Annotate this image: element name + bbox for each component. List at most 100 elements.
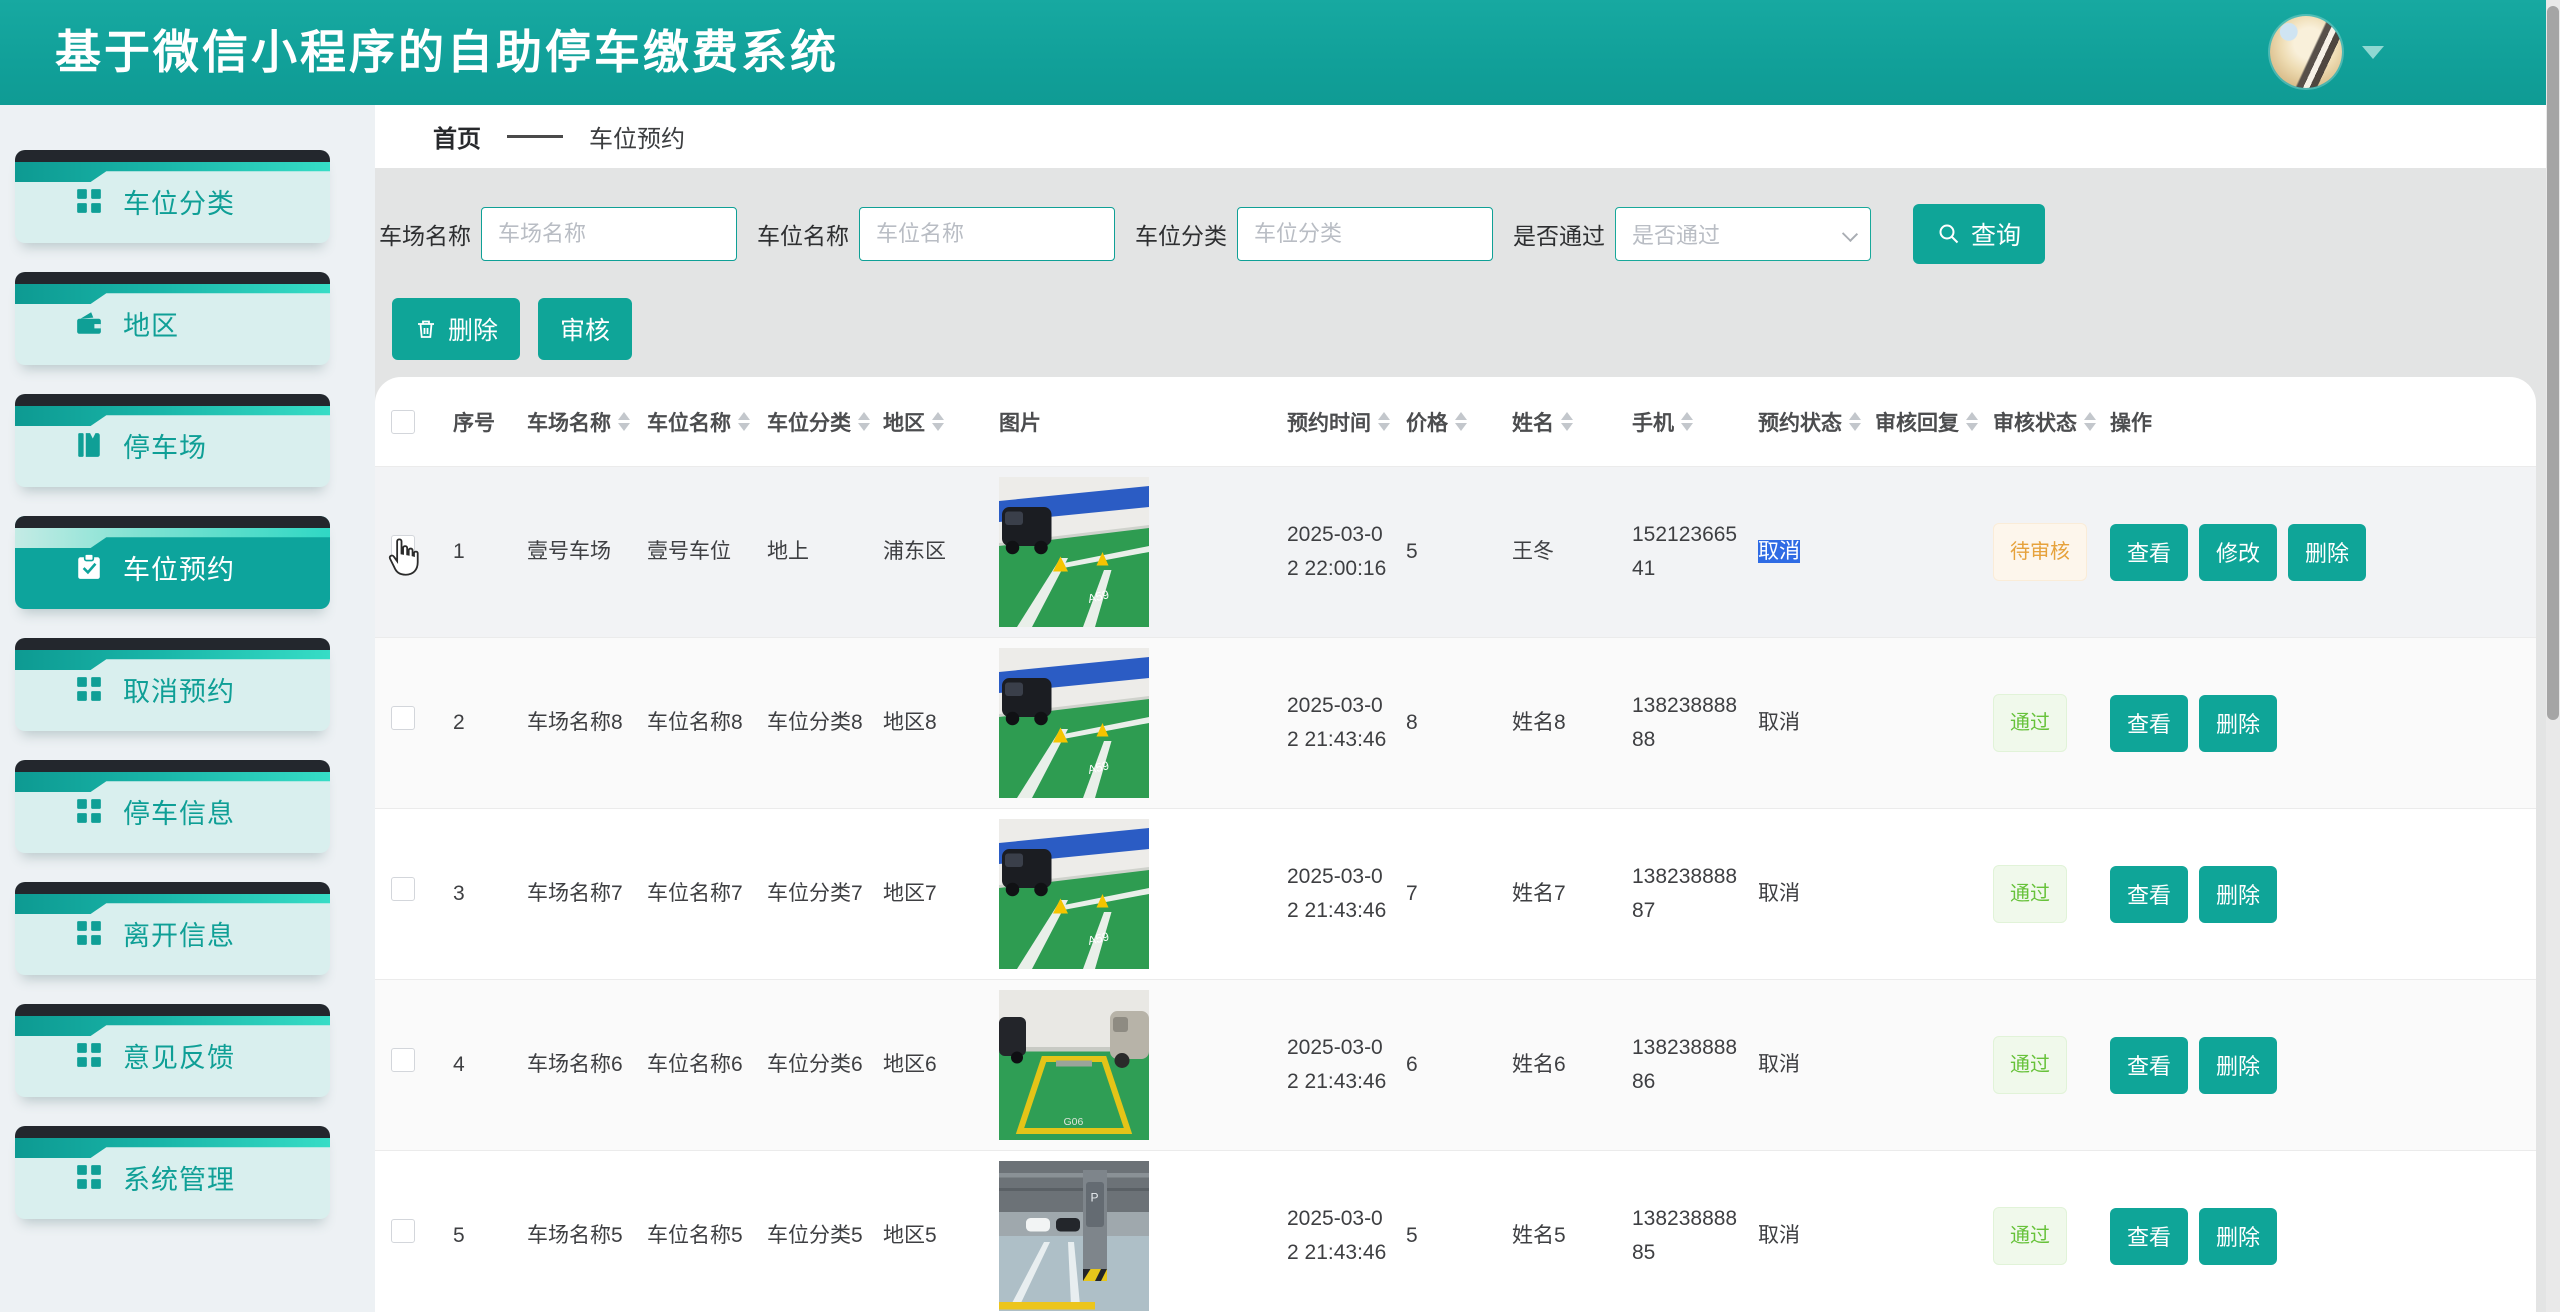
cell-price: 5 [1390, 535, 1496, 569]
sidebar-item-leave-info[interactable]: 离开信息 [15, 882, 330, 975]
cell-space-name: 车位名称8 [631, 706, 751, 740]
cell-reserve-time: 2025-03-02 21:43:46 [1271, 860, 1390, 927]
chevron-down-icon [2362, 46, 2384, 59]
sort-icon[interactable] [618, 412, 630, 431]
cell-reserve-time: 2025-03-02 21:43:46 [1271, 1031, 1390, 1098]
cell-name: 王冬 [1496, 535, 1616, 569]
grid-icon [75, 919, 103, 947]
sort-icon[interactable] [932, 412, 944, 431]
filter-label-space: 车位名称 [757, 217, 849, 251]
space-name-input[interactable] [859, 207, 1115, 261]
table-panel: 序号 车场名称 车位名称 车位分类 地区 图片 预约时间 价格 姓名 手机 预约… [375, 377, 2536, 1312]
view-button[interactable]: 查看 [2110, 695, 2188, 752]
sort-icon[interactable] [1455, 412, 1467, 431]
sidebar-item-parking-info[interactable]: 停车信息 [15, 760, 330, 853]
pass-select-placeholder: 是否通过 [1632, 218, 1720, 250]
cell-lot-name: 车场名称7 [511, 877, 631, 911]
row-checkbox[interactable] [391, 535, 415, 559]
cell-space-category: 地上 [751, 535, 867, 569]
sidebar-item-cancel-reservation[interactable]: 取消预约 [15, 638, 330, 731]
edit-button[interactable]: 修改 [2199, 524, 2277, 581]
sort-icon[interactable] [1681, 412, 1693, 431]
cell-region: 地区6 [867, 1048, 983, 1082]
space-category-input[interactable] [1237, 207, 1493, 261]
trash-icon [414, 317, 438, 341]
sidebar-item-system-management[interactable]: 系统管理 [15, 1126, 330, 1219]
cell-price: 8 [1390, 706, 1496, 740]
sidebar-item-space-category[interactable]: 车位分类 [15, 150, 330, 243]
grid-icon [75, 1041, 103, 1069]
search-button[interactable]: 查询 [1913, 204, 2045, 264]
cell-price: 6 [1390, 1048, 1496, 1082]
view-button[interactable]: 查看 [2110, 866, 2188, 923]
view-button[interactable]: 查看 [2110, 524, 2188, 581]
cell-space-category: 车位分类5 [751, 1219, 867, 1253]
grid-icon [75, 1163, 103, 1191]
row-checkbox[interactable] [391, 1048, 415, 1072]
cell-reserve-status: 取消 [1742, 877, 1859, 911]
user-menu[interactable] [2270, 16, 2384, 88]
avatar[interactable] [2270, 16, 2342, 88]
vertical-scrollbar-thumb[interactable] [2547, 6, 2559, 720]
parking-photo[interactable]: A59 [999, 819, 1149, 969]
delete-row-button[interactable]: 删除 [2199, 866, 2277, 923]
row-checkbox[interactable] [391, 1219, 415, 1243]
cell-reserve-status: 取消 [1742, 535, 1859, 569]
parking-photo[interactable]: P [999, 1161, 1149, 1311]
sort-icon[interactable] [738, 412, 750, 431]
svg-text:G06: G06 [1064, 1116, 1084, 1128]
parking-photo[interactable]: A59 [999, 648, 1149, 798]
col-space-name: 车位名称 [631, 407, 751, 437]
cell-index: 4 [437, 1048, 511, 1082]
col-index: 序号 [437, 407, 511, 437]
cell-index: 5 [437, 1219, 511, 1253]
select-all-checkbox[interactable] [391, 410, 415, 434]
table-row: 3 车场名称7 车位名称7 车位分类7 地区7 A59 2025-03-02 2… [375, 809, 2536, 980]
cell-name: 姓名6 [1496, 1048, 1616, 1082]
delete-row-button[interactable]: 删除 [2288, 524, 2366, 581]
cell-review-status: 通过 [1977, 1207, 2094, 1265]
row-checkbox[interactable] [391, 706, 415, 730]
app-header: 基于微信小程序的自助停车缴费系统 [0, 0, 2560, 105]
vertical-scrollbar-track[interactable] [2546, 0, 2560, 1312]
sidebar-item-parking-lot[interactable]: 停车场 [15, 394, 330, 487]
delete-row-button[interactable]: 删除 [2199, 1208, 2277, 1265]
cell-name: 姓名7 [1496, 877, 1616, 911]
col-actions: 操作 [2094, 407, 2536, 437]
breadcrumb: 首页 车位预约 [375, 105, 2560, 168]
cell-review-status: 通过 [1977, 865, 2094, 923]
pass-select[interactable]: 是否通过 [1615, 207, 1871, 261]
grid-icon [75, 187, 103, 215]
parking-photo[interactable]: A59 [999, 477, 1149, 627]
delete-row-button[interactable]: 删除 [2199, 1037, 2277, 1094]
sort-icon[interactable] [1378, 412, 1390, 431]
status-badge: 通过 [1993, 865, 2067, 923]
col-lot-name: 车场名称 [511, 407, 631, 437]
cell-reserve-status: 取消 [1742, 1048, 1859, 1082]
clipboard-check-icon [75, 553, 103, 581]
sidebar-item-label: 意见反馈 [123, 1036, 235, 1075]
delete-button[interactable]: 删除 [392, 298, 520, 360]
delete-row-button[interactable]: 删除 [2199, 695, 2277, 752]
wallet-icon [75, 309, 103, 337]
cell-name: 姓名8 [1496, 706, 1616, 740]
row-checkbox[interactable] [391, 877, 415, 901]
cell-space-category: 车位分类8 [751, 706, 867, 740]
sidebar-item-label: 停车场 [123, 426, 207, 465]
sidebar-item-region[interactable]: 地区 [15, 272, 330, 365]
lot-name-input[interactable] [481, 207, 737, 261]
table-row: 5 车场名称5 车位名称5 车位分类5 地区5 P 2025-03-02 21:… [375, 1151, 2536, 1312]
col-price: 价格 [1390, 407, 1496, 437]
sort-icon[interactable] [1561, 412, 1573, 431]
sidebar-item-feedback[interactable]: 意见反馈 [15, 1004, 330, 1097]
cell-actions: 查看 删除 [2094, 1037, 2536, 1094]
breadcrumb-home[interactable]: 首页 [433, 119, 481, 154]
cell-region: 地区8 [867, 706, 983, 740]
view-button[interactable]: 查看 [2110, 1208, 2188, 1265]
cell-price: 7 [1390, 877, 1496, 911]
view-button[interactable]: 查看 [2110, 1037, 2188, 1094]
parking-photo[interactable]: G06 [999, 990, 1149, 1140]
sidebar-item-space-reservation[interactable]: 车位预约 [15, 516, 330, 609]
review-button[interactable]: 审核 [538, 298, 632, 360]
cell-region: 地区7 [867, 877, 983, 911]
